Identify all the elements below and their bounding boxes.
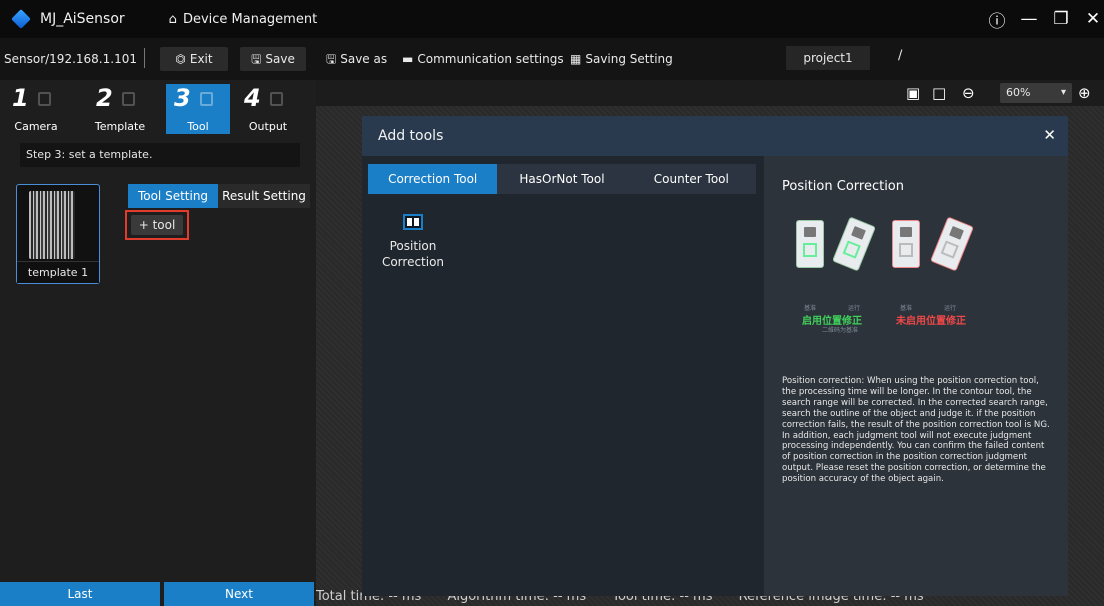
device-management-button[interactable]: ⌂ Device Management	[169, 12, 318, 27]
original-size-icon[interactable]: □	[932, 84, 946, 102]
tool-list-pane: Correction Tool HasOrNot Tool Counter To…	[362, 156, 764, 596]
tab-tool-setting[interactable]: Tool Setting	[128, 184, 218, 208]
tab-result-setting[interactable]: Result Setting	[218, 184, 310, 208]
exit-button[interactable]: ⏣ Exit	[160, 47, 228, 71]
description-text: Position correction: When using the posi…	[782, 376, 1050, 485]
running-card-ng	[930, 216, 974, 272]
step-label: Output	[248, 120, 288, 133]
zoom-value: 60%	[1006, 86, 1031, 99]
toolbar-divider	[144, 48, 145, 68]
correction-disabled-label: 未启用位置修正	[896, 316, 966, 327]
home-icon: ⌂	[168, 11, 177, 27]
info-icon[interactable]: ⓘ	[988, 7, 1006, 32]
save-as-icon: 🖫	[326, 52, 337, 66]
saving-setting-button[interactable]: ▦ Saving Setting	[570, 47, 673, 71]
chevron-down-icon: ▾	[1060, 87, 1066, 98]
tool-description-pane: Position Correction 基准 运行 基准 运行 启用位置修正 未…	[764, 156, 1068, 596]
illus-subcaption: 二维码为基准	[822, 327, 859, 334]
tool-category-tabs: Correction Tool HasOrNot Tool Counter To…	[368, 164, 756, 194]
communication-icon: ▬	[402, 52, 414, 66]
tab-hasornot-tool[interactable]: HasOrNot Tool	[497, 164, 626, 194]
title-bar: MJ_AiSensor ⌂ Device Management ⓘ — ❐ ✕	[0, 0, 1104, 38]
description-title: Position Correction	[782, 179, 905, 194]
template-thumbnail[interactable]: template 1	[16, 184, 100, 284]
tool-label-line-1: Position	[389, 239, 437, 253]
step-label: Template	[94, 120, 146, 133]
canvas-toolbar: ▣ □ ⊖ 60% ▾ ⊕	[316, 80, 1104, 106]
save-as-label: Save as	[340, 52, 388, 66]
restore-icon[interactable]: ❐	[1052, 9, 1070, 29]
position-correction-illustration: 基准 运行 基准 运行 启用位置修正 未启用位置修正 二维码为基准	[792, 214, 974, 334]
step-tool[interactable]: 3 Tool	[166, 84, 230, 134]
left-panel: 1 Camera 2 Template 3 Tool 4 Output Step…	[0, 80, 316, 606]
illus-caption: 基准	[900, 305, 913, 312]
add-tool-highlight: + tool	[125, 210, 189, 240]
barcode-image	[29, 191, 75, 259]
next-button[interactable]: Next	[164, 582, 314, 606]
fit-window-icon[interactable]: ▣	[906, 84, 920, 102]
running-card	[832, 216, 876, 272]
tab-counter-tool[interactable]: Counter Tool	[627, 164, 756, 194]
step-number: 2	[96, 84, 113, 112]
add-tool-button[interactable]: + tool	[131, 215, 183, 235]
reference-card-ng	[892, 220, 920, 268]
sensor-address: Sensor/192.168.1.101	[4, 52, 137, 66]
project-name-field[interactable]: project1	[786, 46, 870, 70]
dialog-close-icon[interactable]: ✕	[1043, 126, 1056, 144]
step-camera[interactable]: 1 Camera	[4, 84, 68, 134]
zoom-select[interactable]: 60% ▾	[1000, 83, 1072, 103]
main-toolbar: Sensor/192.168.1.101 ⏣ Exit 🖫 Save 🖫 Sav…	[0, 38, 1104, 80]
communication-settings-button[interactable]: ▬ Communication settings	[402, 47, 564, 71]
step-number: 4	[244, 84, 261, 112]
step-template[interactable]: 2 Template	[88, 84, 152, 134]
position-correction-tool[interactable]: Position Correction	[378, 214, 448, 270]
camera-step-icon	[38, 92, 51, 106]
tab-correction-tool[interactable]: Correction Tool	[368, 164, 498, 194]
zoom-in-icon[interactable]: ⊕	[1078, 84, 1091, 102]
reference-card	[796, 220, 824, 268]
step-number: 3	[174, 84, 191, 112]
exit-icon: ⏣	[175, 52, 186, 66]
add-tools-dialog: Add tools ✕ Correction Tool HasOrNot Too…	[362, 116, 1068, 596]
step-hint: Step 3: set a template.	[20, 143, 300, 167]
step-output[interactable]: 4 Output	[236, 84, 300, 134]
saving-setting-label: Saving Setting	[585, 52, 673, 66]
save-icon: 🖫	[251, 52, 262, 66]
minimize-icon[interactable]: —	[1020, 9, 1038, 29]
illus-caption: 运行	[944, 305, 957, 312]
step-label: Tool	[187, 120, 209, 133]
save-label: Save	[265, 52, 295, 66]
output-step-icon	[270, 92, 283, 106]
template-label: template 1	[17, 261, 99, 283]
template-step-icon	[122, 92, 135, 106]
communication-label: Communication settings	[417, 52, 564, 66]
step-number: 1	[12, 84, 29, 112]
dialog-title: Add tools	[378, 128, 444, 144]
last-button[interactable]: Last	[0, 582, 160, 606]
app-title: MJ_AiSensor	[40, 11, 125, 27]
illus-caption: 基准	[804, 305, 817, 312]
device-management-label: Device Management	[182, 11, 318, 27]
exit-label: Exit	[189, 52, 213, 66]
image-icon: ▦	[570, 52, 582, 66]
save-as-button[interactable]: 🖫 Save as	[326, 47, 387, 71]
edit-pencil-icon[interactable]: ∕	[898, 48, 902, 63]
illus-caption: 运行	[848, 305, 861, 312]
tool-label: Position Correction	[378, 238, 448, 270]
save-button[interactable]: 🖫 Save	[240, 47, 306, 71]
tool-step-icon	[200, 92, 213, 106]
window-controls: ⓘ — ❐ ✕	[988, 0, 1104, 38]
app-logo-icon	[11, 9, 31, 29]
step-label: Camera	[14, 120, 58, 133]
dialog-header: Add tools ✕	[362, 116, 1068, 156]
tool-label-line-2: Correction	[381, 255, 445, 269]
position-correction-icon	[403, 214, 423, 230]
zoom-out-icon[interactable]: ⊖	[962, 84, 975, 102]
close-icon[interactable]: ✕	[1084, 9, 1102, 29]
